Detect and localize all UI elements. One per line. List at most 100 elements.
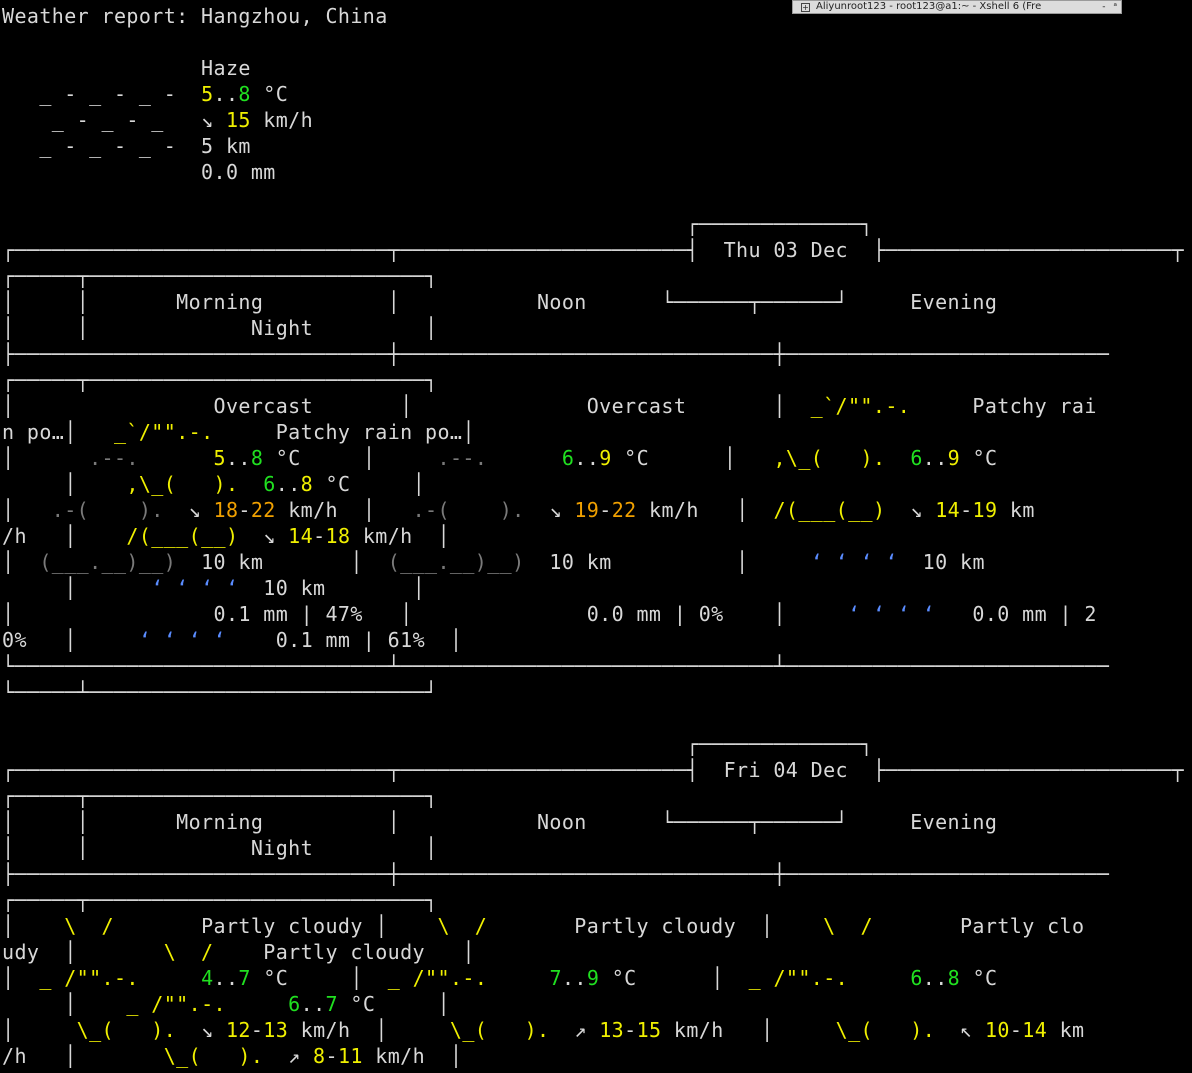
- terminal-text: 8: [250, 446, 264, 470]
- terminal-text: 6: [910, 966, 923, 990]
- terminal-screen[interactable]: + Aliyunroot123 - root123@a1:~ - Xshell …: [0, 0, 1192, 1073]
- terminal-text: .--.: [437, 446, 488, 470]
- terminal-text: 5: [213, 446, 226, 470]
- terminal-text: km/h │: [636, 498, 774, 522]
- terminal-text: .--.: [89, 446, 139, 470]
- terminal-text: Partly clo: [872, 914, 1085, 938]
- terminal-text: n po…│: [2, 420, 114, 444]
- terminal-text: km: [1047, 1018, 1085, 1042]
- terminal-text: 18: [213, 498, 239, 522]
- terminal-text: .-( ).: [412, 498, 525, 522]
- terminal-text: 4: [201, 966, 214, 990]
- terminal-text: /(___(__): [773, 498, 886, 522]
- terminal-text: 9: [586, 966, 600, 990]
- terminal-text: ..: [574, 446, 600, 470]
- terminal-line: ├──────────────────────────────┼────────…: [2, 341, 1184, 367]
- terminal-text: 8: [947, 966, 961, 990]
- terminal-text: 5: [201, 82, 214, 106]
- terminal-text: _ /"".-.: [126, 992, 226, 1016]
- terminal-text: Haze: [2, 56, 251, 80]
- terminal-text: Partly cloudy │: [113, 914, 438, 938]
- terminal-text: ..: [922, 446, 948, 470]
- terminal-text: ..: [300, 992, 326, 1016]
- terminal-line: n po…│ _`/"".-. Patchy rain po…│: [2, 419, 1184, 445]
- terminal-text: -: [313, 524, 326, 548]
- terminal-text: ,\_( ).: [773, 446, 886, 470]
- terminal-text: 22: [611, 498, 637, 522]
- terminal-line: │ (___.__)__) 10 km │ (___.__)__) 10 km …: [2, 549, 1184, 575]
- terminal-text: │: [2, 446, 90, 470]
- terminal-text: km/h │: [661, 1018, 836, 1042]
- terminal-text: ┌─────┬───────────────────────────┐: [2, 888, 438, 912]
- terminal-line: 0% │ ‘ ‘ ‘ ‘ 0.1 mm | 61% │: [2, 627, 1184, 653]
- terminal-line: 0.0 mm: [2, 159, 1184, 185]
- terminal-text: -: [599, 498, 612, 522]
- terminal-line: Haze: [2, 55, 1184, 81]
- terminal-text: ↗: [549, 1018, 600, 1042]
- terminal-text: │: [2, 914, 65, 938]
- terminal-text: \ /: [163, 940, 214, 964]
- terminal-line: ├──────────────────────────────┼────────…: [2, 861, 1184, 887]
- terminal-text: -: [1009, 1018, 1023, 1042]
- terminal-text: /(___(__): [126, 524, 239, 548]
- terminal-line: _ - _ - _ ↘ 15 km/h: [2, 107, 1184, 133]
- terminal-text: ┌──────────────────────────────┬────────…: [2, 238, 1184, 262]
- terminal-text: ┌─────────────┐: [2, 732, 873, 756]
- terminal-text: 14: [1022, 1018, 1048, 1042]
- terminal-text: 6: [910, 446, 923, 470]
- terminal-text: 9: [947, 446, 961, 470]
- terminal-text: Patchy rai: [910, 394, 1097, 418]
- terminal-text: Partly cloudy │: [213, 940, 475, 964]
- terminal-text: ‘ ‘ ‘ ‘: [151, 576, 239, 600]
- terminal-text: km/h │: [288, 1018, 450, 1042]
- terminal-line: ┌─────────────┐: [2, 731, 1184, 757]
- terminal-line: │ │ Night │: [2, 835, 1184, 861]
- terminal-line: udy │ \ / Partly cloudy │: [2, 939, 1184, 965]
- terminal-text: _ - _ - _ -: [2, 82, 202, 106]
- terminal-text: 10: [984, 1018, 1010, 1042]
- terminal-line: │ _ /"".-. 6..7 °C │: [2, 991, 1184, 1017]
- terminal-text: °C │: [337, 992, 450, 1016]
- terminal-text: 14: [935, 498, 961, 522]
- terminal-text: °C: [250, 82, 289, 106]
- terminal-line: │ \ / Partly cloudy │ \ / Partly cloudy …: [2, 913, 1184, 939]
- terminal-text: ↘: [201, 108, 226, 132]
- terminal-text: 15: [225, 108, 251, 132]
- terminal-text: │: [2, 992, 127, 1016]
- terminal-line: │ .--. 5..8 °C │ .--. 6..9 °C │ ,\_( ). …: [2, 445, 1184, 471]
- terminal-text: 10 km │: [176, 550, 388, 574]
- terminal-text: °C: [960, 446, 998, 470]
- terminal-line: │ │ Night │: [2, 315, 1184, 341]
- terminal-text: 6: [561, 446, 575, 470]
- terminal-output[interactable]: Weather report: Hangzhou, China Haze _ -…: [2, 3, 1184, 1069]
- terminal-text: ┌─────┬───────────────────────────┐: [2, 264, 438, 288]
- terminal-line: _ - _ - _ - 5..8 °C: [2, 81, 1184, 107]
- terminal-text: ..: [225, 446, 251, 470]
- terminal-line: ┌─────┬───────────────────────────┐: [2, 263, 1184, 289]
- terminal-text: -: [250, 1018, 264, 1042]
- terminal-text: 10 km │: [524, 550, 811, 574]
- terminal-line: /h │ /(___(__) ↘ 14-18 km/h │: [2, 523, 1184, 549]
- terminal-text: km/h │: [350, 524, 450, 548]
- terminal-text: Noon └──────┬──────┘ Evening: [400, 810, 1135, 834]
- terminal-text: 0.0 mm: [2, 160, 276, 184]
- terminal-text: │ 0.1 mm | 47% │ 0.0 mm | 0% │: [2, 602, 848, 626]
- terminal-text: °C │: [250, 966, 388, 990]
- terminal-text: Partly cloudy │: [487, 914, 824, 938]
- terminal-text: 13: [599, 1018, 625, 1042]
- terminal-text: │ Overcast │ Overcast │: [2, 394, 811, 418]
- terminal-text: °C │: [263, 446, 438, 470]
- terminal-text: _ /"".-.: [387, 966, 488, 990]
- terminal-text: 8: [300, 472, 314, 496]
- terminal-text: ..: [213, 82, 239, 106]
- terminal-text: \_( ).: [835, 1018, 936, 1042]
- terminal-text: ┌──────────────────────────────┬────────…: [2, 758, 1184, 782]
- terminal-line: │ ,\_( ). 6..8 °C │: [2, 471, 1184, 497]
- terminal-line: │ 0.1 mm | 47% │ 0.0 mm | 0% │ ‘ ‘ ‘ ‘ 0…: [2, 601, 1184, 627]
